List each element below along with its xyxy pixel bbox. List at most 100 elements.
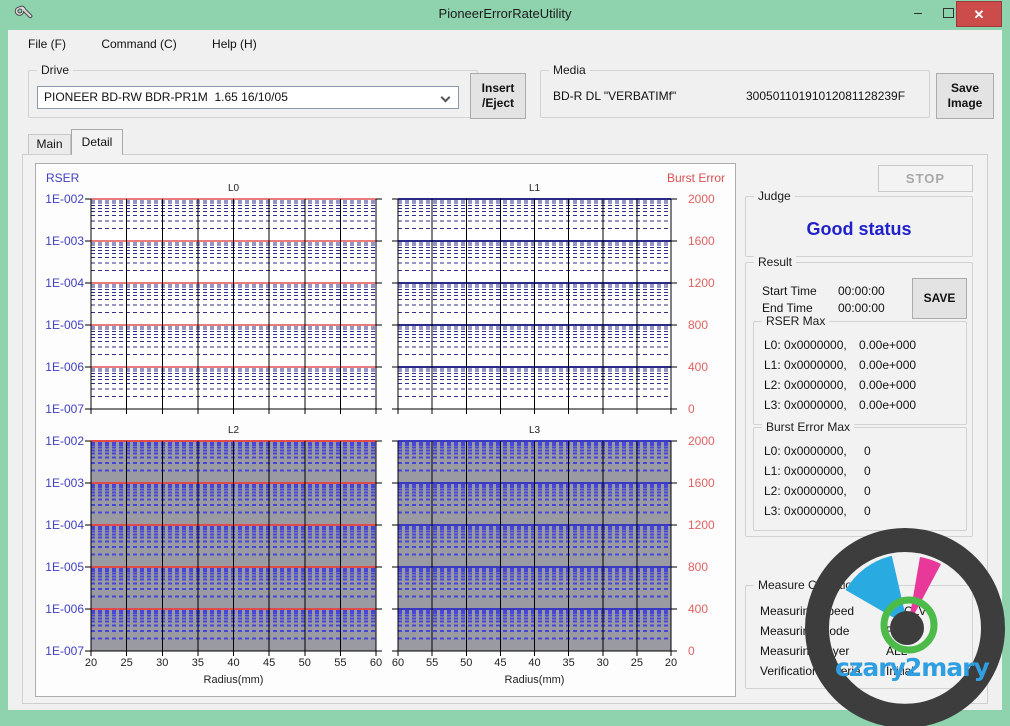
- client-area: File (F) Command (C) Help (H) Drive PION…: [8, 30, 1002, 710]
- burst-max-row-label: L3: 0x0000000,: [764, 504, 847, 518]
- burst-error-tick-label: 1200: [688, 518, 732, 532]
- radius-tick-label: 55: [418, 657, 446, 669]
- save-button[interactable]: SAVE: [912, 278, 967, 319]
- radius-axis-label: Radius(mm): [194, 674, 274, 686]
- media-group-label: Media: [549, 63, 590, 77]
- save-image-line1: Save: [937, 81, 993, 96]
- menu-bar: File (F) Command (C) Help (H): [24, 35, 285, 55]
- burst-error-tick-label: 2000: [688, 192, 732, 206]
- media-type: BD-R DL "VERBATIMf": [553, 89, 676, 103]
- drive-group-label: Drive: [37, 63, 73, 77]
- drive-selected-value: PIONEER BD-RW BDR-PR1M 1.65 16/10/05: [44, 90, 288, 104]
- burst-error-max-label: Burst Error Max: [762, 420, 854, 434]
- rser-tick-label: 1E-007: [38, 402, 84, 416]
- insert-eject-line1: Insert: [471, 81, 525, 96]
- radius-tick-label: 45: [255, 657, 283, 669]
- burst-error-tick-label: 1200: [688, 276, 732, 290]
- radius-axis-label: Radius(mm): [495, 674, 575, 686]
- judge-group: Judge Good status: [745, 196, 973, 257]
- radius-tick-label: 25: [113, 657, 141, 669]
- chart-title-l2: L2: [209, 425, 259, 436]
- result-group: Result Start Time 00:00:00 End Time 00:0…: [745, 262, 973, 537]
- radius-tick-label: 20: [657, 657, 685, 669]
- rser-tick-label: 1E-005: [38, 318, 84, 332]
- measure-row-value: ALL: [886, 644, 907, 658]
- burst-error-tick-label: 0: [688, 644, 732, 658]
- rser-max-label: RSER Max: [762, 314, 829, 328]
- burst-max-row-value: 0: [864, 464, 871, 478]
- rser-tick-label: 1E-006: [38, 602, 84, 616]
- titlebar: PioneerErrorRateUtility – ✕: [0, 0, 1010, 30]
- burst-error-tick-label: 800: [688, 560, 732, 574]
- drive-group: Drive PIONEER BD-RW BDR-PR1M 1.65 16/10/…: [28, 70, 478, 118]
- measure-row-value: Initial: [886, 664, 914, 678]
- radius-tick-label: 35: [184, 657, 212, 669]
- burst-max-row-label: L2: 0x0000000,: [764, 484, 847, 498]
- rser-tick-label: 1E-006: [38, 360, 84, 374]
- radius-tick-label: 30: [148, 657, 176, 669]
- tab-detail[interactable]: Detail: [71, 129, 123, 155]
- rser-axis-label: RSER: [46, 171, 79, 185]
- radius-tick-label: 50: [291, 657, 319, 669]
- rser-max-row-value: 0.00e+000: [859, 338, 916, 352]
- chart-l1: [392, 198, 677, 416]
- burst-error-axis-label: Burst Error: [667, 171, 725, 185]
- minimize-button[interactable]: –: [903, 0, 933, 26]
- tab-main[interactable]: Main: [28, 134, 71, 154]
- judge-status-text: Good status: [746, 219, 972, 240]
- burst-error-tick-label: 1600: [688, 234, 732, 248]
- rser-tick-label: 1E-004: [38, 276, 84, 290]
- radius-tick-label: 20: [77, 657, 105, 669]
- radius-tick-label: 40: [521, 657, 549, 669]
- drive-combobox[interactable]: PIONEER BD-RW BDR-PR1M 1.65 16/10/05: [37, 86, 459, 109]
- burst-error-max-group: Burst Error Max L0: 0x0000000, 0 L1: 0x0…: [753, 427, 967, 531]
- result-group-label: Result: [754, 255, 796, 269]
- chart-l2: [85, 440, 382, 658]
- insert-eject-line2: /Eject: [471, 96, 525, 111]
- measure-condition-group: Measure Condition Measuring Speed 2X CLV…: [745, 585, 973, 689]
- measure-condition-label: Measure Condition: [754, 578, 863, 592]
- rser-max-row-value: 0.00e+000: [859, 398, 916, 412]
- stop-button[interactable]: STOP: [878, 165, 973, 192]
- chart-l3: [392, 440, 677, 658]
- burst-max-row-label: L1: 0x0000000,: [764, 464, 847, 478]
- radius-tick-label: 55: [326, 657, 354, 669]
- rser-tick-label: 1E-002: [38, 434, 84, 448]
- judge-group-label: Judge: [754, 189, 795, 203]
- rser-max-row-value: 0.00e+000: [859, 358, 916, 372]
- rser-max-row-value: 0.00e+000: [859, 378, 916, 392]
- end-time-label: End Time: [762, 301, 813, 315]
- chart-title-l3: L3: [510, 425, 560, 436]
- burst-max-row-label: L0: 0x0000000,: [764, 444, 847, 458]
- menu-help[interactable]: Help (H): [208, 35, 261, 53]
- chevron-down-icon: [441, 93, 451, 103]
- maximize-icon: [943, 8, 954, 18]
- rser-max-group: RSER Max L0: 0x0000000, 0.00e+000 L1: 0x…: [753, 321, 967, 425]
- chart-title-l0: L0: [209, 183, 259, 194]
- save-image-button[interactable]: Save Image: [936, 73, 994, 119]
- radius-tick-label: 40: [220, 657, 248, 669]
- rser-tick-label: 1E-003: [38, 476, 84, 490]
- close-button[interactable]: ✕: [956, 1, 1002, 27]
- measure-row-label: Measuring Layer: [760, 644, 849, 658]
- burst-error-tick-label: 1600: [688, 476, 732, 490]
- measure-row-value: 2X CLV: [886, 604, 926, 618]
- insert-eject-button[interactable]: Insert /Eject: [470, 73, 526, 119]
- menu-file[interactable]: File (F): [24, 35, 70, 53]
- measure-row-label: Verification Criteria: [760, 664, 861, 678]
- menu-command[interactable]: Command (C): [97, 35, 180, 53]
- end-time-value: 00:00:00: [838, 301, 885, 315]
- burst-error-tick-label: 0: [688, 402, 732, 416]
- burst-max-row-value: 0: [864, 504, 871, 518]
- burst-error-tick-label: 2000: [688, 434, 732, 448]
- measure-row-label: Measuring Mode: [760, 624, 849, 638]
- close-icon: ✕: [974, 7, 985, 22]
- rser-tick-label: 1E-002: [38, 192, 84, 206]
- chart-title-l1: L1: [510, 183, 560, 194]
- rser-max-row-label: L3: 0x0000000,: [764, 398, 847, 412]
- measure-row-label: Measuring Speed: [760, 604, 854, 618]
- burst-error-tick-label: 400: [688, 360, 732, 374]
- burst-max-row-value: 0: [864, 484, 871, 498]
- rser-tick-label: 1E-005: [38, 560, 84, 574]
- start-time-label: Start Time: [762, 284, 817, 298]
